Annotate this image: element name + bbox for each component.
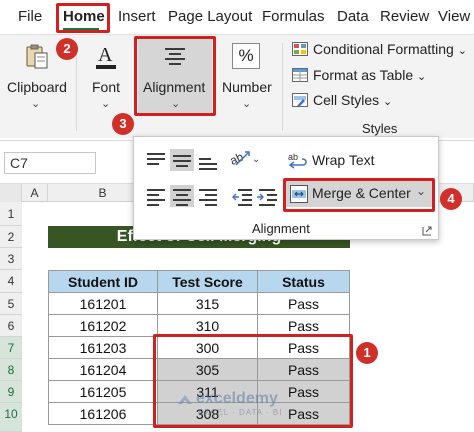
clipboard-button-label[interactable]: Clipboard [7,79,67,95]
align-right-icon[interactable] [196,185,220,207]
tab-review[interactable]: Review [380,8,429,25]
row-header[interactable]: 2 [0,226,22,248]
font-icon[interactable]: A [94,41,118,71]
dialog-launcher-icon[interactable] [422,223,432,236]
group-divider [282,43,283,131]
header-cell-student-id[interactable]: Student ID [48,270,158,293]
tab-data[interactable]: Data [337,8,369,25]
callout-box-selected-range [153,334,353,428]
callout-badge: 1 [356,342,378,364]
name-box[interactable]: C7 [4,152,96,174]
chevron-down-icon[interactable]: ⌄ [101,97,110,110]
callout-box-merge-center [283,178,435,212]
row-header[interactable]: 8 [0,359,22,381]
header-cell-status[interactable]: Status [258,270,350,293]
tab-file[interactable]: File [18,8,42,25]
tab-insert[interactable]: Insert [118,8,156,25]
column-header-a[interactable]: A [22,184,48,202]
row-header[interactable]: 5 [0,293,22,315]
row-header[interactable]: 10 [0,403,22,432]
chevron-down-icon[interactable]: ⌄ [31,97,40,110]
format-as-table-button[interactable]: Format as Table ⌄ [292,67,426,83]
select-all-corner[interactable] [0,184,22,202]
conditional-formatting-button[interactable]: Conditional Formatting ⌄ [292,41,467,57]
table-cell[interactable]: 161204 [48,359,158,381]
clipboard-icon[interactable] [24,43,50,71]
row-header[interactable]: 3 [0,248,22,270]
cell-styles-icon [292,93,308,107]
number-button-label[interactable]: Number [222,79,272,95]
chevron-down-icon: ⌄ [383,96,393,108]
callout-box-home-tab [56,3,110,33]
middle-align-icon[interactable] [170,149,194,171]
wrap-text-icon: ab [288,151,308,171]
tab-view[interactable]: View [438,8,470,25]
tab-formulas[interactable]: Formulas [262,8,325,25]
row-header[interactable]: 7 [0,337,22,359]
table-cell[interactable]: 161206 [48,403,158,425]
table-cell[interactable]: 161203 [48,337,158,359]
top-align-icon[interactable] [144,149,168,171]
tab-page-layout[interactable]: Page Layout [168,8,252,25]
header-cell-test-score[interactable]: Test Score [158,270,258,293]
bottom-align-icon[interactable] [196,149,220,171]
group-divider [76,43,77,131]
callout-badge: 4 [440,188,462,210]
svg-text:ab: ab [288,152,298,162]
table-cell[interactable]: 161202 [48,315,158,337]
decrease-indent-icon[interactable] [230,185,254,207]
styles-group-label: Styles [362,121,398,136]
table-cell[interactable]: Pass [258,293,350,315]
row-header[interactable]: 4 [0,270,22,293]
increase-indent-icon[interactable] [256,185,280,207]
wrap-text-button[interactable]: Wrap Text [312,152,375,168]
alignment-group-label: Alignment [252,221,310,236]
callout-box-alignment [134,36,216,116]
table-cell[interactable]: 161205 [48,381,158,403]
cell-styles-label: Cell Styles [313,92,380,108]
conditional-formatting-label: Conditional Formatting [313,41,454,57]
callout-badge: 3 [112,113,134,135]
align-left-icon[interactable] [144,185,168,207]
format-as-table-label: Format as Table [313,67,414,83]
cell-styles-button[interactable]: Cell Styles ⌄ [292,92,392,108]
svg-text:A: A [98,44,113,66]
font-button-label[interactable]: Font [92,79,120,95]
chevron-down-icon: ⌄ [457,45,467,57]
row-header[interactable]: 9 [0,381,22,403]
percent-icon[interactable]: % [232,43,260,69]
chevron-down-icon: ⌄ [417,71,427,83]
align-center-icon[interactable] [170,185,194,207]
svg-text:ab: ab [230,149,246,167]
callout-badge: 2 [56,38,78,60]
row-header[interactable]: 6 [0,315,22,337]
svg-text:⌄: ⌄ [252,154,260,165]
format-as-table-icon [292,68,308,82]
orientation-icon[interactable]: ab ⌄ [228,147,261,169]
table-cell[interactable]: 315 [158,293,258,315]
table-cell[interactable]: 161201 [48,293,158,315]
chevron-down-icon[interactable]: ⌄ [242,97,251,110]
conditional-formatting-icon [292,42,308,56]
row-header[interactable]: 1 [0,202,22,226]
